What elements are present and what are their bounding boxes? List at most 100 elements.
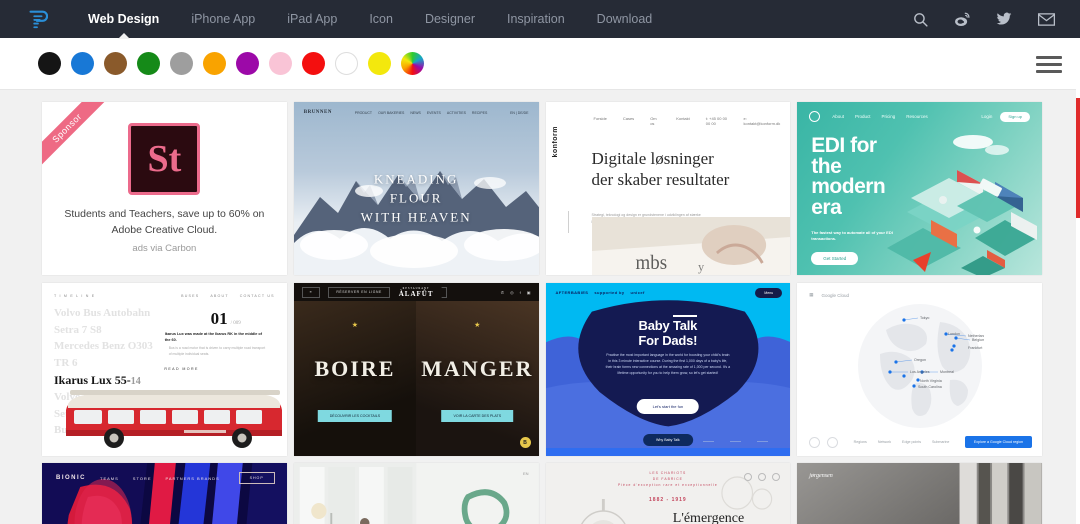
alafut-brand-main: ÀLAFÛT (398, 290, 434, 298)
alafut-top-bar: ≡ RÉSERVER EN LIGNE VOIR LA CARTE ✆ ◎ f … (293, 283, 539, 301)
alafut-brand: RESTAURANT ÀLAFÛT (390, 285, 442, 300)
instagram-icon: ▣ (526, 289, 531, 295)
grayscale-fabric-illustration (797, 463, 1042, 524)
svg-text:Belgium: Belgium (972, 338, 984, 342)
gcloud-brand: Google Cloud (821, 292, 850, 298)
mountain-hero-title: KNEADING FLOUR WITH HEAVEN (294, 171, 539, 228)
nav-item-icon[interactable]: Icon (353, 0, 409, 38)
thumbnail-card-bionic[interactable]: BIONIC TEAMS STORE PARTNERS BRANDS SHOP (42, 463, 287, 524)
edi-body: The fastest way to automate all of your … (811, 230, 893, 242)
nav-item-iphone-app[interactable]: iPhone App (175, 0, 271, 38)
site-nav-preview: BRUNNEN PRODUCT OUR BAKERIES NEWS EVENTS… (304, 110, 529, 115)
color-filter-bar (0, 38, 1080, 90)
reset-icon (827, 436, 839, 448)
heading-word-talk: Talk (672, 315, 697, 333)
baby-cta-button: Let's start the fun (636, 399, 700, 414)
heading-line-2: For Dads! (546, 332, 791, 349)
bus-brand: T I M E L I N E (54, 294, 96, 298)
svg-text:Tokyo: Tokyo (920, 316, 929, 320)
scrollbar-thumb[interactable] (1076, 98, 1080, 218)
scrollbar-track[interactable] (1076, 38, 1080, 524)
konform-brand: konform (551, 126, 559, 158)
nav-item-download[interactable]: Download (581, 0, 669, 38)
thumbnail-card-mountain-bakery[interactable]: BRUNNEN PRODUCT OUR BAKERIES NEWS EVENTS… (293, 102, 539, 275)
heading-line-2: der skaber resultater (591, 170, 730, 190)
adobe-stock-logo-icon: St (128, 123, 201, 196)
pagination-dot (703, 441, 715, 442)
play-icon (744, 473, 753, 481)
twitter-icon[interactable] (994, 9, 1014, 29)
color-swatch-black[interactable] (38, 52, 61, 75)
alafut-left-button: DÉCOUVRIR LES COCKTAILS (317, 410, 393, 422)
nav-links: Web Design iPhone App iPad App Icon Desi… (72, 0, 668, 38)
svg-text:North Virginia: North Virginia (920, 379, 942, 383)
color-swatch-green[interactable] (137, 52, 160, 75)
thumbnail-card-google-cloud[interactable]: ▦ Google Cloud Tokyo Netherlan Belgium F… (797, 283, 1042, 456)
nav-item-designer[interactable]: Designer (409, 0, 491, 38)
globe-map-illustration: TokyoNetherlands BelgiumFrankfurt Oregon… (857, 304, 984, 429)
bus-read-more: READ MORE (164, 367, 199, 371)
nav-item-web-design[interactable]: Web Design (72, 0, 175, 38)
thumbnail-card-ikarus-bus[interactable]: T I M E L I N E BUSES ABOUT CONTACT US V… (42, 283, 287, 456)
brand-line-3: Pièce d'exception rare et exceptionnelle (617, 482, 718, 487)
color-swatch-blue[interactable] (71, 52, 94, 75)
color-swatch-orange[interactable] (203, 52, 226, 75)
color-swatch-purple[interactable] (236, 52, 259, 75)
thumbnail-card-konform[interactable]: konform Forside Cases Om os Kontakt t: +… (545, 102, 791, 275)
pagination-dot (757, 441, 769, 442)
edi-site-nav: About Product Pricing Resources Login Si… (809, 111, 1030, 122)
search-icon[interactable] (910, 9, 930, 29)
baby-site-brand: AFTERBABIES supported by unicef (556, 290, 645, 295)
list-item: TR 6 (54, 356, 78, 369)
svg-text:South Carolina: South Carolina (918, 385, 942, 389)
contact-email: e: kontakt@konform.dk (743, 116, 781, 126)
alafut-right-panel: ★ MANGER VOIR LA CARTE DES PLATS (416, 301, 539, 456)
facebook-icon: f (519, 289, 521, 295)
color-swatch-list (38, 52, 424, 75)
color-swatch-brown[interactable] (104, 52, 127, 75)
konform-heading: Digitale løsninger der skaber resultater (592, 148, 773, 191)
hamburger-icon[interactable] (1036, 55, 1062, 73)
sound-icon (758, 473, 767, 481)
thumbnail-card-jorgensen[interactable]: jørgensen S/S 19 — THE DANISH SOUL. NORD… (797, 463, 1042, 524)
baby-partner-label: supported by (594, 290, 625, 295)
weibo-icon[interactable] (952, 9, 972, 29)
gcloud-nav: ▦ Google Cloud (809, 292, 849, 298)
menu-item: TEAMS (100, 475, 119, 481)
sponsored-ad-card[interactable]: Sponsor St Students and Teachers, save u… (42, 102, 287, 275)
heading-line-1: Baby Talk (546, 315, 791, 334)
baby-brand: AFTERBABIES (555, 290, 589, 295)
nav-item-inspiration[interactable]: Inspiration (491, 0, 581, 38)
color-swatch-red[interactable] (302, 52, 325, 75)
color-swatch-white[interactable] (335, 52, 358, 75)
color-swatch-gray[interactable] (170, 52, 193, 75)
menu-item: Kontakt (676, 116, 690, 121)
svg-text:mbs: mbs (635, 253, 667, 275)
alafut-badge: B (519, 437, 531, 448)
heading-line-1: Digitale løsninger (591, 149, 714, 168)
bionic-shop-button: SHOP (238, 472, 275, 484)
pixeden-flag-logo-icon[interactable] (22, 6, 52, 32)
thumbnail-card-emergence[interactable]: LES CHARIOTS DE FABRICE Pièce d'exceptio… (545, 463, 791, 524)
color-swatch-pink[interactable] (269, 52, 292, 75)
bus-subtitle: Ikarus Lux was made at the Ikarus RK in … (164, 332, 263, 343)
baby-pagination (703, 441, 769, 442)
thumbnail-card-edi[interactable]: About Product Pricing Resources Login Si… (797, 102, 1042, 275)
color-swatch-rainbow[interactable] (401, 52, 424, 75)
heading-word-for: For (638, 332, 659, 348)
thumbnail-card-interior[interactable]: EN (293, 463, 539, 524)
grid-icon: ▦ (809, 292, 814, 297)
menu-item: Product (855, 114, 871, 119)
alafut-social-icons: ✆ ◎ f ▣ (501, 290, 531, 295)
konform-hero-image: mbs y (591, 217, 791, 275)
hero-line-1: KNEADING (373, 171, 459, 187)
nav-item-ipad-app[interactable]: iPad App (271, 0, 353, 38)
thumbnail-card-alafut[interactable]: ★ BOIRE DÉCOUVRIR LES COCKTAILS ★ MANGER… (293, 283, 539, 456)
thumbnail-card-baby-talk[interactable]: AFTERBABIES supported by unicef Menu Bab… (545, 283, 791, 456)
menu-item: Cases (622, 116, 635, 121)
gcloud-tabs: Regions Network Edge points Submarine (854, 440, 950, 444)
color-swatch-yellow[interactable] (368, 52, 391, 75)
scroll-indicator (567, 211, 569, 233)
email-icon[interactable] (1036, 9, 1056, 29)
menu-item: OUR BAKERIES (378, 110, 405, 115)
